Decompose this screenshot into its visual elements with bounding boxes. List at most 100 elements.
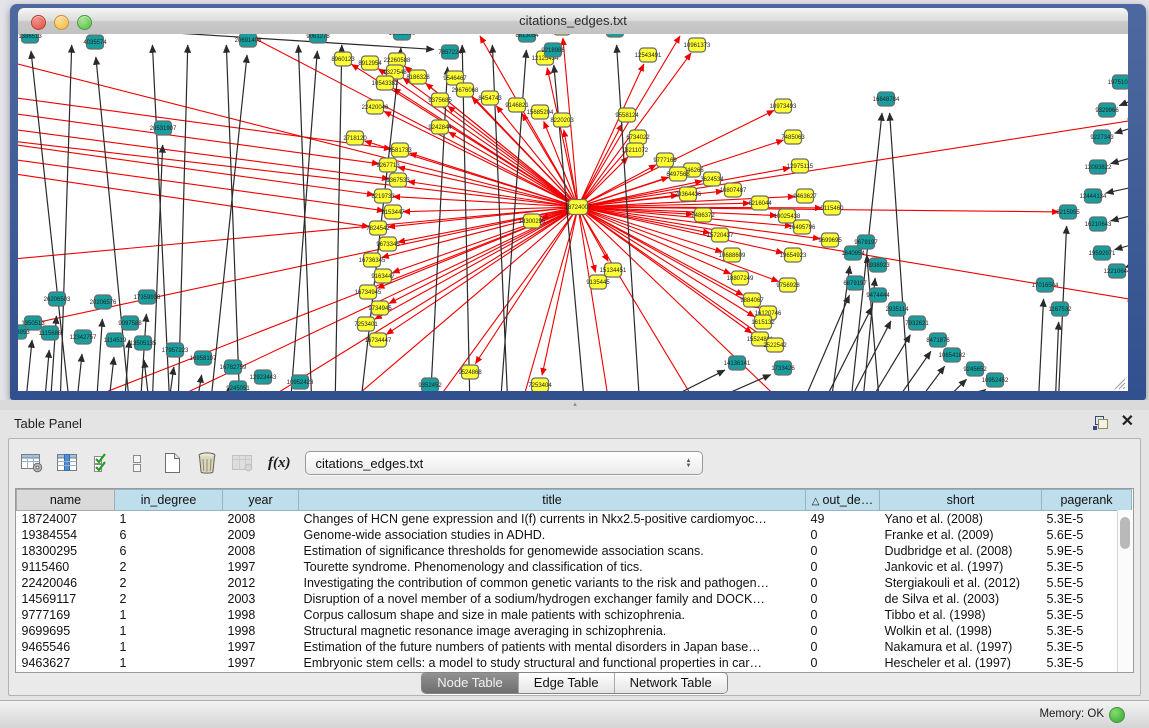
table-scrollbar-thumb[interactable]: [1120, 517, 1130, 549]
graph-node[interactable]: 20364436: [675, 187, 702, 201]
graph-node[interactable]: 7485063: [781, 130, 805, 144]
graph-node[interactable]: 9524868: [458, 365, 482, 379]
column-header-in_degree[interactable]: in_degree: [115, 490, 223, 511]
graph-node[interactable]: 12093822: [1085, 160, 1112, 174]
graph-node[interactable]: 16648784: [873, 92, 900, 106]
graph-node[interactable]: 8186328: [406, 70, 430, 84]
create-column-icon[interactable]: [159, 451, 185, 475]
table-cell[interactable]: 2: [115, 575, 223, 591]
table-row[interactable]: 1938455462009Genome-wide association stu…: [17, 527, 1132, 543]
graph-node[interactable]: 9673345: [376, 237, 400, 251]
graph-node[interactable]: 9352452: [418, 378, 442, 391]
tab-node-table[interactable]: Node Table: [422, 673, 518, 693]
graph-node[interactable]: 8960123: [331, 52, 355, 66]
table-cell[interactable]: Changes of HCN gene expression and I(f) …: [299, 511, 806, 528]
graph-node[interactable]: 8220203: [550, 113, 574, 127]
table-cell[interactable]: 1: [115, 511, 223, 528]
close-panel-icon[interactable]: ✕: [1121, 413, 1134, 431]
table-cell[interactable]: 1: [115, 607, 223, 623]
function-builder-icon[interactable]: f(x): [268, 455, 291, 472]
table-cell[interactable]: 9465546: [17, 639, 115, 655]
table-cell[interactable]: 0: [806, 543, 880, 559]
table-row[interactable]: 946554611997Estimation of the future num…: [17, 639, 1132, 655]
graph-node[interactable]: 7253401: [354, 317, 378, 331]
table-cell[interactable]: 1998: [223, 623, 299, 639]
table-cell[interactable]: Tourette syndrome. Phenomenology and cla…: [299, 559, 806, 575]
table-cell[interactable]: 0: [806, 623, 880, 639]
table-cell[interactable]: Nakamura et al. (1997): [880, 639, 1042, 655]
graph-node[interactable]: 10807487: [720, 183, 747, 197]
graph-node[interactable]: 6216044: [748, 196, 772, 210]
table-row[interactable]: 911546021997Tourette syndrome. Phenomeno…: [17, 559, 1132, 575]
table-row[interactable]: 1872400712008Changes of HCN gene express…: [17, 511, 1132, 528]
table-cell[interactable]: 0: [806, 639, 880, 655]
delete-column-icon[interactable]: [194, 451, 220, 475]
graph-node[interactable]: 12543491: [635, 48, 662, 62]
table-cell[interactable]: Estimation of the future numbers of pati…: [299, 639, 806, 655]
column-header-year[interactable]: year: [223, 490, 299, 511]
table-scrollbar[interactable]: [1117, 510, 1133, 672]
graph-node[interactable]: 19751074: [1108, 75, 1128, 89]
table-cell[interactable]: 18300295: [17, 543, 115, 559]
table-cell[interactable]: Franke et al. (2009): [880, 527, 1042, 543]
graph-node[interactable]: 7824542: [366, 221, 390, 235]
table-cell[interactable]: 49: [806, 511, 880, 528]
column-header-name[interactable]: name: [17, 490, 115, 511]
graph-node[interactable]: 15685204: [527, 105, 554, 119]
table-cell[interactable]: 9115460: [17, 559, 115, 575]
graph-node[interactable]: 9163447: [371, 269, 395, 283]
graph-node[interactable]: 8219733: [371, 189, 395, 203]
graph-node[interactable]: 20206576: [90, 295, 117, 309]
graph-node[interactable]: 12444134: [1080, 189, 1107, 203]
graph-node[interactable]: 9267713: [376, 158, 400, 172]
clear-selection-icon[interactable]: [124, 451, 150, 475]
table-row[interactable]: 2242004622012Investigating the contribut…: [17, 575, 1132, 591]
graph-node[interactable]: 17957223: [162, 343, 189, 357]
graph-node[interactable]: 10688609: [719, 248, 746, 262]
graph-node[interactable]: 19592971: [1089, 246, 1116, 260]
table-mode-icon[interactable]: [19, 451, 45, 475]
graph-node[interactable]: 7486372: [691, 208, 715, 222]
graph-node[interactable]: 3624534: [700, 172, 724, 186]
column-header-out_de[interactable]: △out_de…: [806, 490, 880, 511]
table-row[interactable]: 977716911998Corpus callosum shape and si…: [17, 607, 1132, 623]
graph-node[interactable]: 16640910: [602, 34, 629, 37]
table-cell[interactable]: 9699695: [17, 623, 115, 639]
table-cell[interactable]: 2012: [223, 575, 299, 591]
table-cell[interactable]: 1997: [223, 639, 299, 655]
graph-node[interactable]: 10952452: [982, 373, 1009, 387]
graph-node[interactable]: 9329966: [1095, 103, 1119, 117]
table-cell[interactable]: 0: [806, 527, 880, 543]
graph-node[interactable]: 9463627: [793, 189, 817, 203]
graph-node[interactable]: 4035574: [83, 35, 107, 49]
graph-node[interactable]: 9581733: [388, 143, 412, 157]
graph-node[interactable]: 9558124: [615, 108, 639, 122]
table-cell[interactable]: Genome-wide association studies in ADHD.: [299, 527, 806, 543]
graph-node[interactable]: 9218986: [541, 43, 565, 57]
graph-node[interactable]: 9734945: [368, 301, 392, 315]
graph-node[interactable]: 16782759: [220, 360, 247, 374]
table-cell[interactable]: 1998: [223, 607, 299, 623]
select-rows-icon[interactable]: [89, 451, 115, 475]
graph-node[interactable]: 9474444: [866, 288, 890, 302]
resize-grip[interactable]: [1115, 379, 1125, 389]
table-cell[interactable]: Yano et al. (2008): [880, 511, 1042, 528]
table-cell[interactable]: 18724007: [17, 511, 115, 528]
tab-network-table[interactable]: Network Table: [614, 673, 727, 693]
table-cell[interactable]: Jankovic et al. (1997): [880, 559, 1042, 575]
graph-node[interactable]: 9375685: [428, 93, 452, 107]
column-header-title[interactable]: title: [299, 490, 806, 511]
table-cell[interactable]: 0: [806, 591, 880, 607]
graph-node[interactable]: 2522542: [763, 338, 787, 352]
table-cell[interactable]: de Silva et al. (2003): [880, 591, 1042, 607]
table-cell[interactable]: 22420046: [17, 575, 115, 591]
table-cell[interactable]: 14569117: [17, 591, 115, 607]
table-row[interactable]: 1830029562008Estimation of significance …: [17, 543, 1132, 559]
graph-node[interactable]: 8454743: [478, 91, 502, 105]
table-cell[interactable]: 1: [115, 639, 223, 655]
table-cell[interactable]: Tibbo et al. (1998): [880, 607, 1042, 623]
table-cell[interactable]: Wolkin et al. (1998): [880, 623, 1042, 639]
table-cell[interactable]: Dudbridge et al. (2008): [880, 543, 1042, 559]
graph-node[interactable]: 11254408: [549, 34, 576, 35]
table-cell[interactable]: 2009: [223, 527, 299, 543]
